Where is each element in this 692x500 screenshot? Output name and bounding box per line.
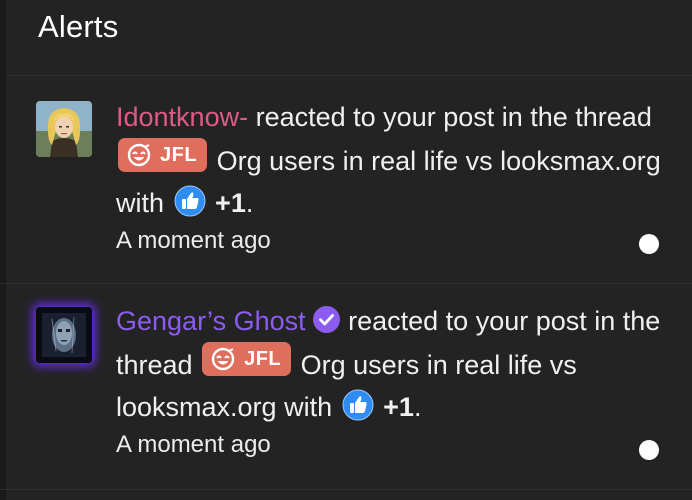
reaction-label: +1 [383, 392, 414, 422]
alert-username-link[interactable]: Gengar’s Ghost [116, 306, 306, 336]
ghost-face-avatar-icon [36, 307, 92, 363]
laughing-emoji-icon [211, 347, 235, 371]
alert-timestamp: A moment ago [116, 431, 271, 458]
with-word: with [116, 188, 165, 218]
unread-indicator-dot[interactable] [639, 440, 659, 460]
with-word: with [284, 392, 333, 422]
avatar[interactable] [36, 307, 92, 363]
blonde-character-avatar-icon [36, 101, 92, 157]
unread-indicator-dot[interactable] [639, 234, 659, 254]
verified-check-icon [312, 306, 340, 333]
page-title: Alerts [38, 8, 119, 44]
thread-title-link[interactable]: Org users in real life vs looksmax.org [217, 146, 661, 176]
sentence-period: . [413, 392, 422, 422]
avatar[interactable] [36, 101, 92, 157]
alerts-panel: Alerts Idontknow- reacted to your post i… [0, 0, 692, 500]
alert-content: Idontknow- reacted to your post in the t… [116, 96, 662, 258]
thread-prefix-label: JFL [244, 348, 282, 370]
alert-action-text: reacted to your post in the thread [255, 102, 652, 132]
alert-item[interactable]: Gengar’s Ghost reacted to your post in t… [0, 284, 692, 490]
like-reaction-icon [342, 389, 374, 421]
alerts-header: Alerts [0, 0, 692, 76]
alert-content: Gengar’s Ghost reacted to your post in t… [116, 300, 662, 462]
reaction-label: +1 [215, 188, 246, 218]
sentence-period: . [245, 188, 254, 218]
thread-prefix-badge[interactable]: JFL [202, 342, 292, 376]
thread-prefix-badge[interactable]: JFL [118, 138, 208, 172]
laughing-emoji-icon [127, 143, 151, 167]
alert-timestamp: A moment ago [116, 227, 271, 254]
alert-item[interactable]: Idontknow- reacted to your post in the t… [0, 76, 692, 284]
alert-username-link[interactable]: Idontknow- [116, 102, 248, 132]
like-reaction-icon [174, 185, 206, 217]
thread-prefix-label: JFL [160, 144, 198, 166]
